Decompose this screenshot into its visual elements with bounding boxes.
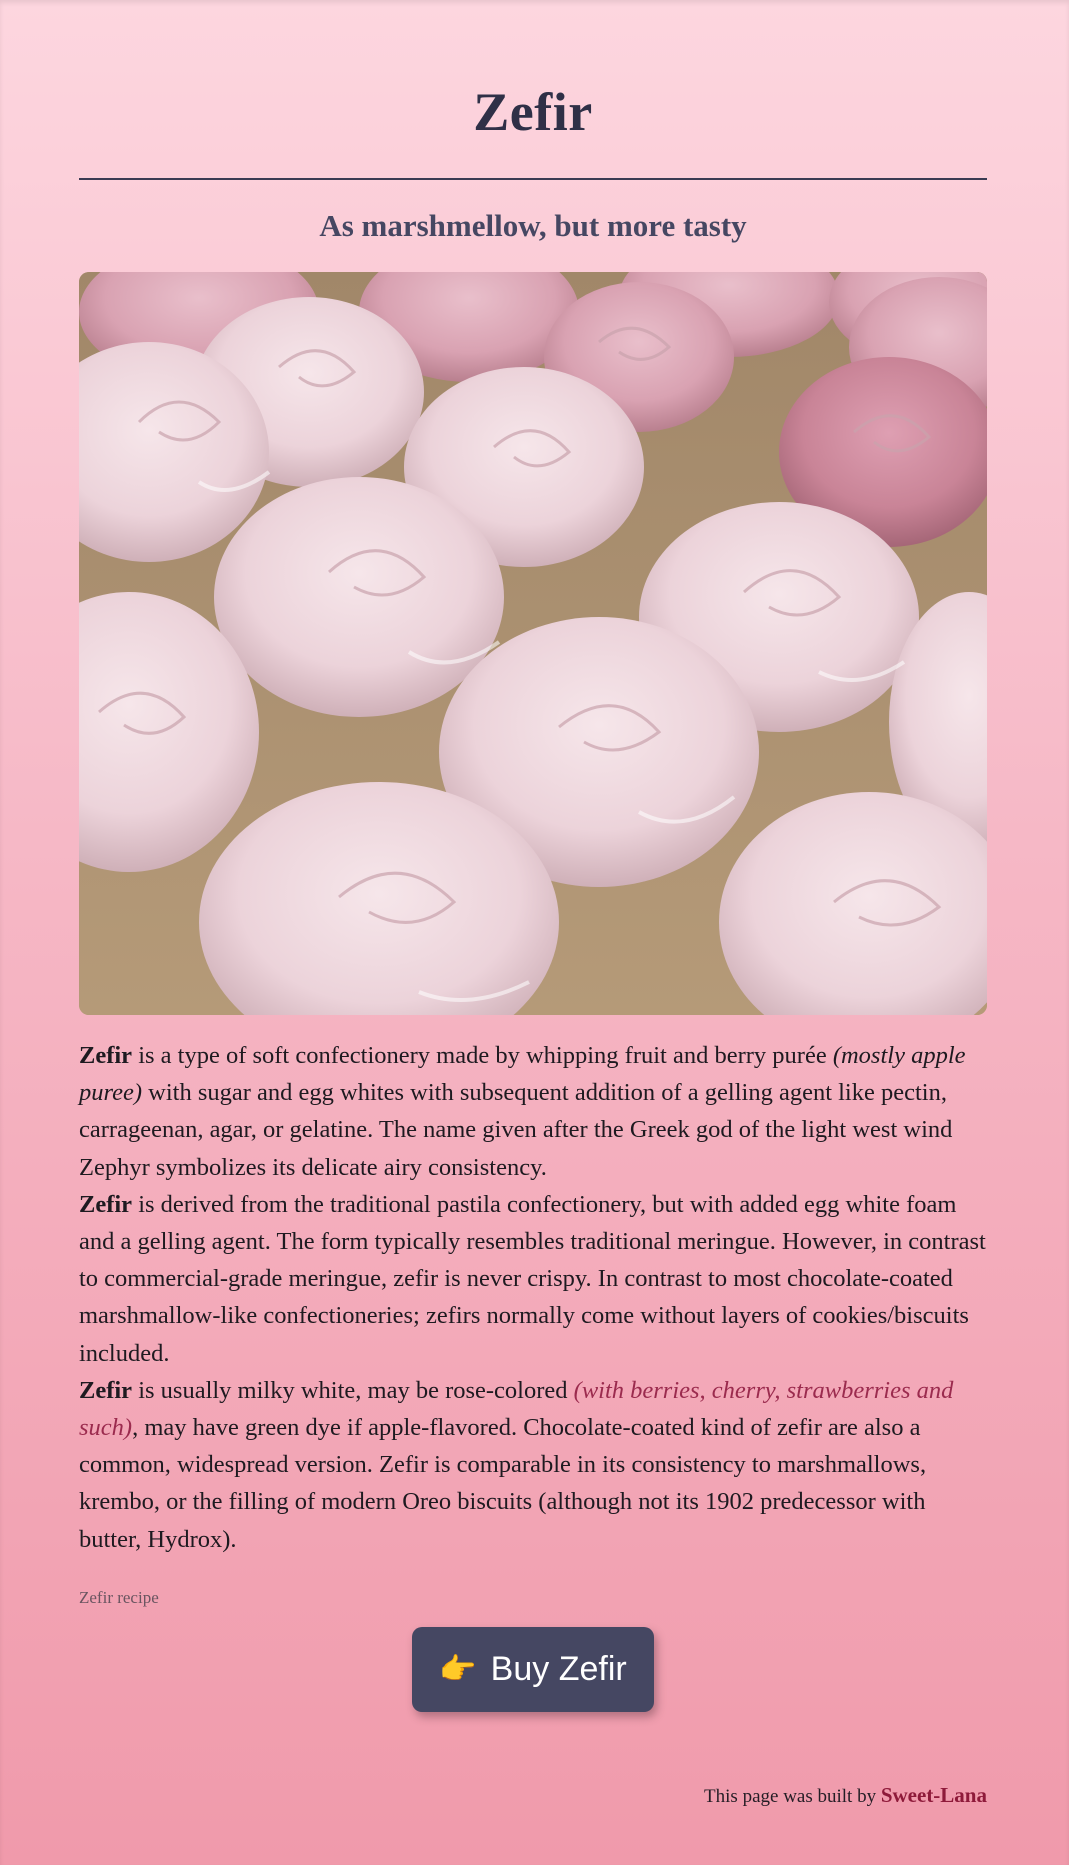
recipe-link[interactable]: Zefir recipe <box>79 1588 159 1608</box>
page-title: Zefir <box>473 82 593 142</box>
paragraph-text: is a type of soft confectionery made by … <box>132 1042 833 1069</box>
paragraph-text: is usually milky white, may be rose-colo… <box>132 1376 574 1404</box>
paragraph-lead: Zefir <box>79 1190 133 1218</box>
author-name: Sweet-Lana <box>880 1783 987 1807</box>
page-subtitle: As marshmellow, but more tasty <box>319 208 747 243</box>
article-body: Zefir is a type of soft confectionery ma… <box>79 1037 987 1558</box>
paragraph-text: , may have green dye if apple-flavored. … <box>79 1414 927 1553</box>
footer-text: This page was built by <box>704 1786 881 1807</box>
paragraph-1: Zefir is a type of soft confectionery ma… <box>79 1037 987 1186</box>
meringue-photo-icon <box>79 272 987 1015</box>
paragraph-lead: Zefir <box>79 1042 133 1069</box>
paragraph-3: Zefir is usually milky white, may be ros… <box>79 1372 987 1558</box>
page-footer: This page was built by Sweet-Lana <box>704 1783 987 1808</box>
buy-section: 👉 Buy Zefir <box>79 1626 987 1712</box>
page-container: Zefir As marshmellow, but more tasty Zef… <box>79 0 987 1807</box>
hero-image <box>79 272 987 1015</box>
buy-button-label: Buy Zefir <box>490 1649 627 1688</box>
title-divider <box>79 178 987 180</box>
paragraph-text: with sugar and egg whites with subsequen… <box>79 1079 953 1181</box>
paragraph-lead: Zefir <box>79 1376 133 1404</box>
paragraph-text: is derived from the traditional pastila … <box>79 1190 986 1367</box>
pointing-hand-icon: 👉 <box>439 1651 477 1687</box>
buy-zefir-button[interactable]: 👉 Buy Zefir <box>412 1626 654 1712</box>
paragraph-2: Zefir is derived from the traditional pa… <box>79 1186 987 1372</box>
